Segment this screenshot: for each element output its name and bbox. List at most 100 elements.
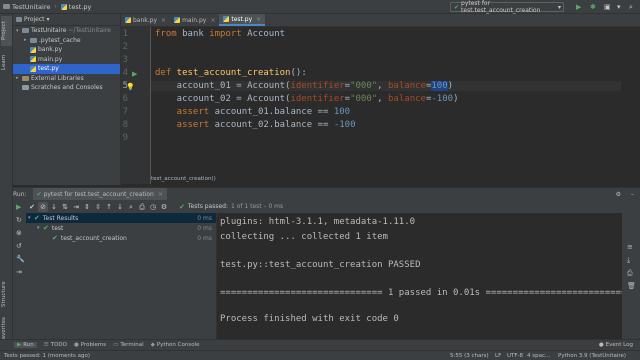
bottom-tab-label: Run <box>23 342 34 348</box>
problems-icon: ● <box>73 342 79 348</box>
run-label: Run: <box>13 190 27 198</box>
console-line: ============================== 1 passed … <box>220 288 622 298</box>
lightbulb-icon[interactable]: 💡 <box>126 83 135 91</box>
search-everywhere-icon[interactable]: ⌕ <box>629 3 633 12</box>
stop-icon[interactable]: ↻ <box>16 216 22 224</box>
editor-tab[interactable]: test.py × <box>219 14 266 26</box>
show-passed-icon[interactable]: ✔ <box>27 202 37 212</box>
clear-all-icon[interactable]: 🗑 <box>627 282 636 290</box>
project-tree-item[interactable]: test.py <box>13 64 120 74</box>
project-tool-tab[interactable]: Project <box>1 16 12 46</box>
code-line-8: assert account_02.balance == -100 <box>155 120 356 130</box>
python-file-icon <box>30 56 36 63</box>
close-icon[interactable]: × <box>256 16 261 23</box>
test-tree-item[interactable]: ✔ test_account_creation 0 ms <box>26 233 216 243</box>
project-panel-header[interactable]: Project ▾ <box>13 14 120 26</box>
minimize-icon[interactable]: – <box>631 191 634 198</box>
history-icon[interactable]: ◷ <box>148 202 158 212</box>
settings-icon[interactable]: ⚙ <box>159 202 169 212</box>
close-icon[interactable]: × <box>210 17 215 24</box>
terminal-icon: ▭ <box>113 342 119 348</box>
coverage-icon[interactable]: ▣ <box>604 3 611 11</box>
folder-icon <box>3 4 10 9</box>
close-icon[interactable]: × <box>161 17 166 24</box>
wrench-icon[interactable]: 🔧 <box>16 255 25 263</box>
editor-tab-bar: bank.py × main.py × test.py × <box>121 14 640 27</box>
project-tree-item[interactable]: Scratches and Consoles <box>13 83 120 93</box>
sort-alpha-icon[interactable]: ↓ <box>49 202 59 212</box>
breadcrumb-file-label: test.py <box>68 2 92 11</box>
chevron-down-icon: ▾ <box>46 16 50 23</box>
bottom-tab-terminal[interactable]: ▭ Terminal <box>113 342 143 348</box>
indent-setting[interactable]: 4 spac... <box>527 353 550 359</box>
bottom-tab-run[interactable]: ▶ Run <box>14 342 37 348</box>
next-failed-icon[interactable]: ↓ <box>115 202 125 212</box>
run-tool-header: Run: ✔ pytest for test.test_account_crea… <box>13 187 640 200</box>
editor-tab[interactable]: bank.py × <box>121 14 170 26</box>
code-editor[interactable]: from bank import Account def test_accoun… <box>151 27 640 184</box>
toggle-auto-test-icon[interactable]: ↺ <box>16 242 22 250</box>
status-message[interactable]: Tests passed: 1 (moments ago) <box>4 353 90 359</box>
project-tree-label: main.py <box>38 55 63 63</box>
folder-icon <box>22 28 29 34</box>
print-icon[interactable]: ⎙ <box>627 269 633 278</box>
project-tree-item[interactable]: main.py <box>13 55 120 65</box>
pin-icon[interactable]: ⇥ <box>16 268 22 276</box>
bottom-tab-problems[interactable]: ● Problems <box>74 342 106 348</box>
settings-icon[interactable]: ⚙ <box>616 191 621 198</box>
structure-tool-tab[interactable]: Structure <box>1 276 12 312</box>
bottom-tab-python-console[interactable]: ◆ Python Console <box>151 342 200 348</box>
debug-icon[interactable]: ✱ <box>590 3 596 11</box>
file-encoding[interactable]: UTF-8 <box>507 353 523 359</box>
breadcrumb-file[interactable]: test.py <box>60 2 92 11</box>
test-duration: 0 ms <box>197 224 212 232</box>
project-view-icon <box>16 17 22 22</box>
event-log-tab[interactable]: ● Event Log <box>599 342 633 348</box>
rerun-icon[interactable]: ▶ <box>16 203 21 211</box>
line-ending[interactable]: LF <box>495 353 501 359</box>
breadcrumb-separator: › <box>54 3 57 10</box>
project-tree-item[interactable]: ▸ External Libraries <box>13 74 120 84</box>
close-icon[interactable]: × <box>158 191 163 198</box>
project-panel-title: Project <box>24 16 45 23</box>
rerun-failed-icon[interactable]: ⊗ <box>16 229 22 237</box>
collapse-all-icon[interactable]: ⇳ <box>93 202 103 212</box>
sort-duration-icon[interactable]: ⇅ <box>60 202 70 212</box>
import-tests-icon[interactable]: ⇥ <box>71 202 81 212</box>
scroll-to-end-icon[interactable]: ⤓ <box>627 256 630 265</box>
python-interpreter[interactable]: Python 3.9 (TestUnitaire) <box>558 353 626 359</box>
line-number: 6 <box>122 94 128 104</box>
python-file-icon <box>60 3 67 10</box>
console-line: test.py::test_account_creation PASSED <box>220 260 421 270</box>
python-file-icon <box>30 65 36 72</box>
learn-tool-tab[interactable]: Learn <box>1 50 12 74</box>
console-side-toolbar: ≡ ⤓ ⎙ 🗑 <box>622 213 640 339</box>
previous-failed-icon[interactable]: ↑ <box>104 202 114 212</box>
test-tree-item[interactable]: ▾ ✔ Test Results 0 ms <box>26 213 216 223</box>
project-tree-item[interactable]: ▸ .pytest_cache <box>13 36 120 46</box>
run-test-gutter-icon[interactable]: ▶ <box>132 70 137 78</box>
bottom-tab-label: Python Console <box>156 342 200 348</box>
expand-all-icon[interactable]: ⇕ <box>82 202 92 212</box>
bottom-tab-todo[interactable]: ☰ TODO <box>44 342 67 348</box>
test-tree-item[interactable]: ▾ ✔ test 0 ms <box>26 223 216 233</box>
run-console[interactable]: plugins: html-3.1.1, metadata-1.11.0 col… <box>217 213 622 339</box>
project-tree-item[interactable]: ▾ TestUnitaire ~/TestUnitaire <box>13 26 120 36</box>
event-log-label: Event Log <box>605 342 633 348</box>
project-tree-item[interactable]: bank.py <box>13 45 120 55</box>
more-actions-icon[interactable]: ▾ <box>617 3 621 11</box>
caret-position[interactable]: 5:55 (3 chars) <box>450 353 489 359</box>
show-ignored-icon[interactable]: ⊘ <box>38 201 48 212</box>
editor-tab[interactable]: main.py × <box>170 14 219 26</box>
run-configuration-selector[interactable]: ✔ pytest for test.test_account_creation … <box>450 0 564 14</box>
code-breadcrumb[interactable]: test_account_creation() <box>151 176 216 182</box>
breadcrumb-project[interactable]: TestUnitaire <box>0 3 50 11</box>
tests-status-detail: 1 of 1 test – 0 ms <box>230 203 284 210</box>
tests-passed-icon: ✔ <box>179 202 185 211</box>
run-tab[interactable]: ✔ pytest for test.test_account_creation … <box>32 188 167 200</box>
export-icon[interactable]: ⎙ <box>137 202 147 212</box>
search-icon[interactable]: ⌕ <box>126 202 136 212</box>
run-icon[interactable]: ▶ <box>576 3 581 11</box>
line-number: 2 <box>122 42 128 52</box>
soft-wrap-icon[interactable]: ≡ <box>627 243 633 251</box>
